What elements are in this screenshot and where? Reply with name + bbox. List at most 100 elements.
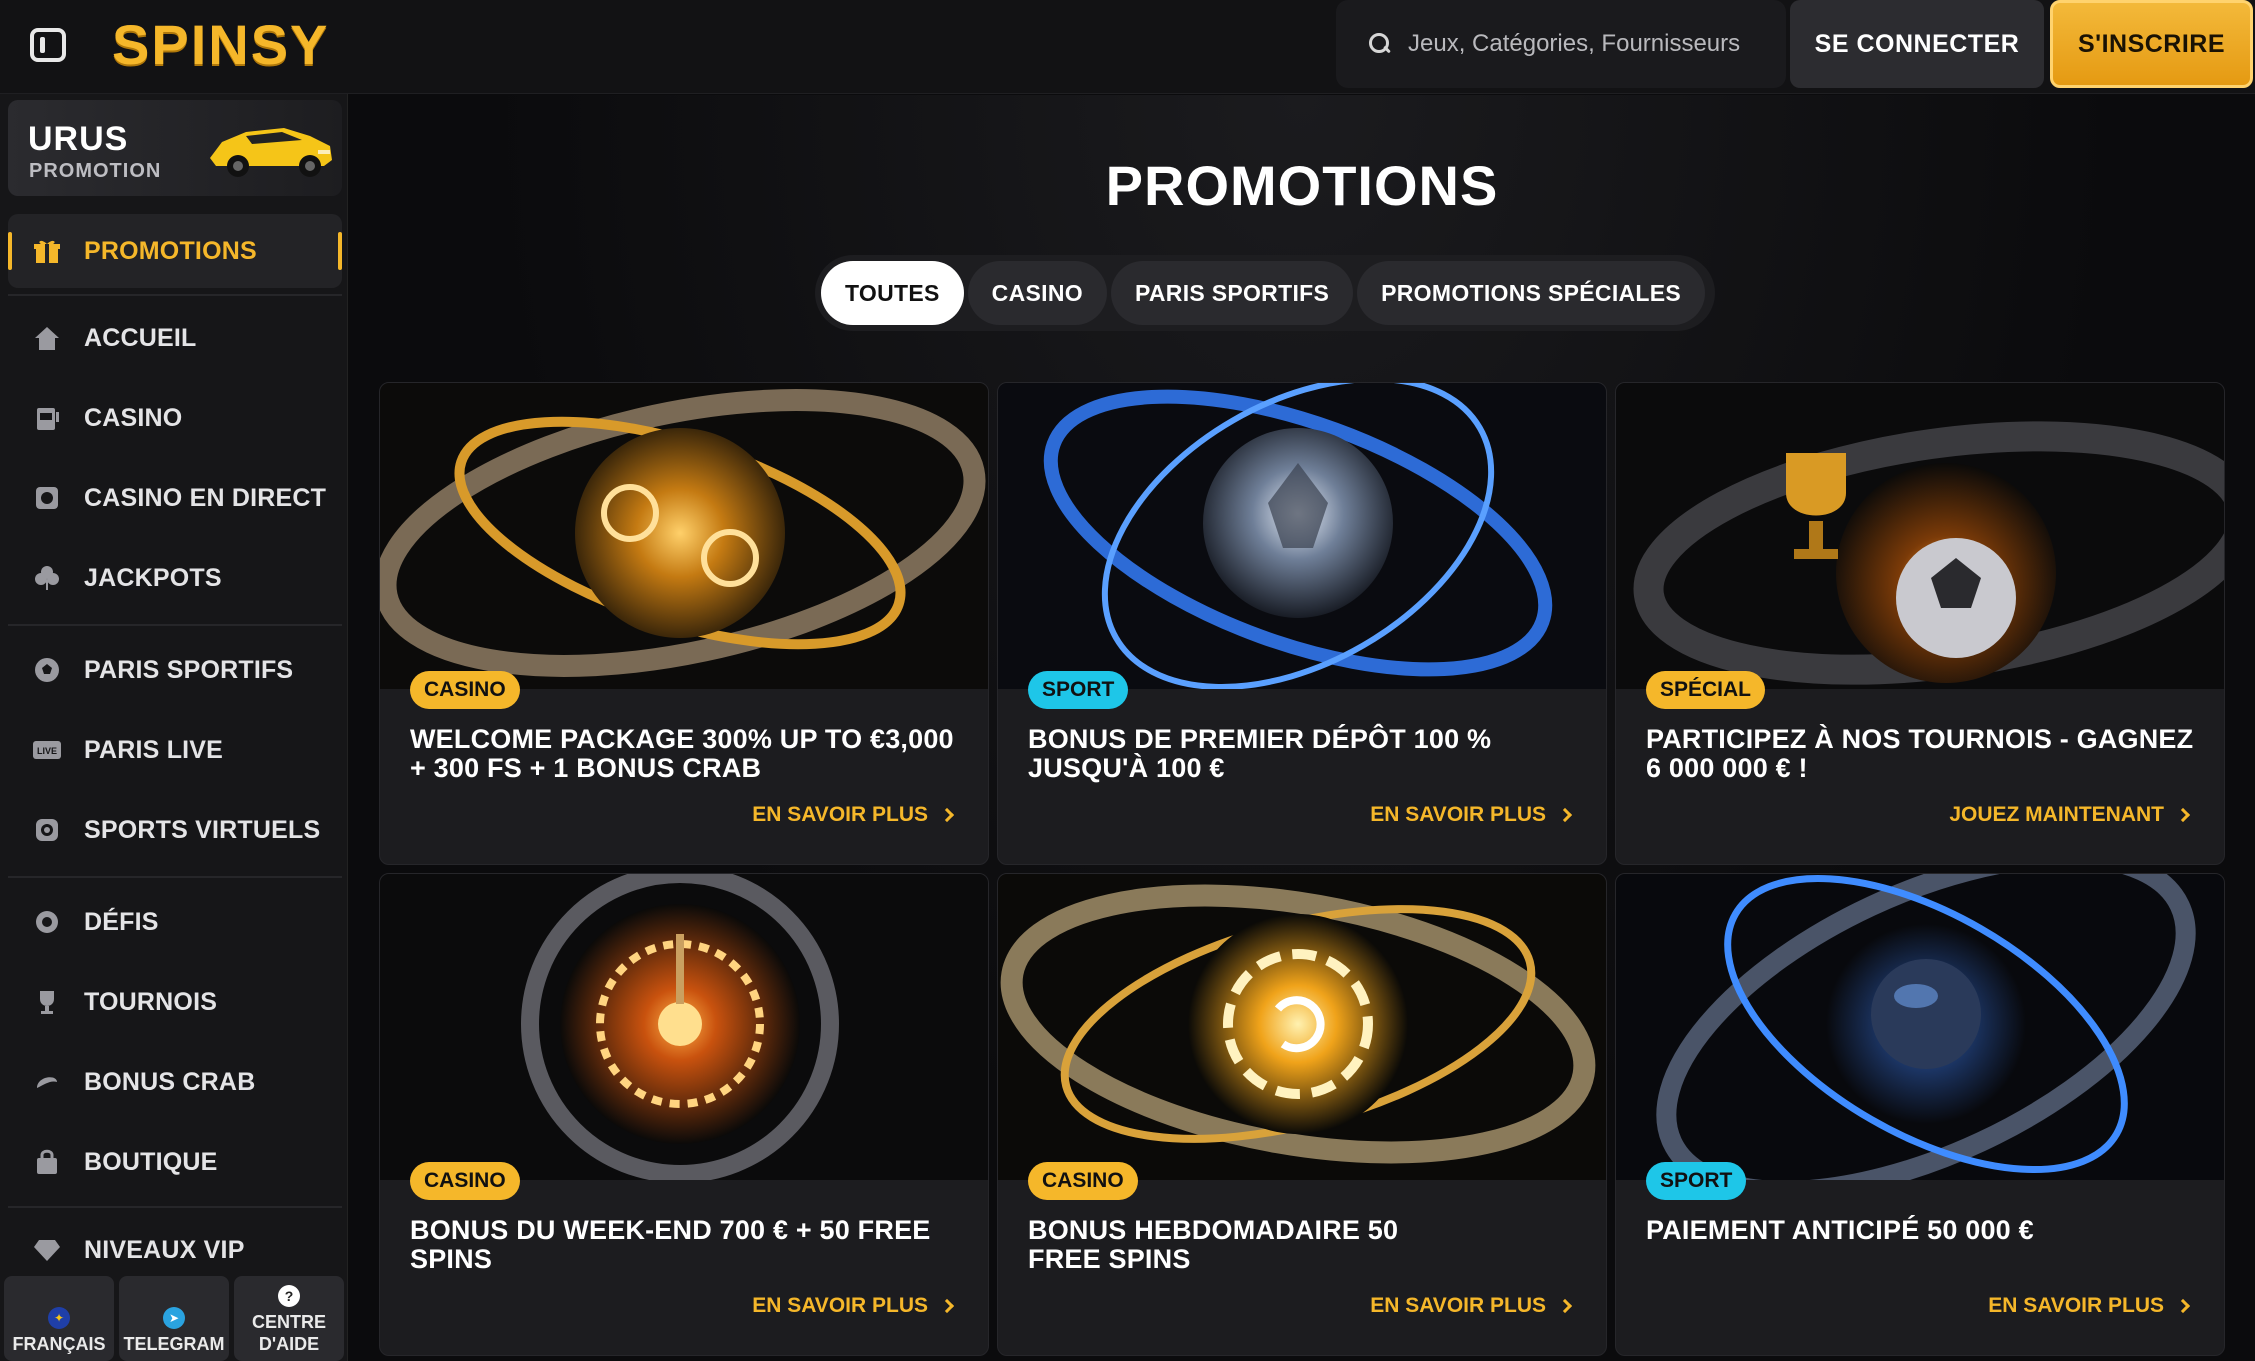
help-center-label: CENTRE D'AIDE xyxy=(251,1312,326,1354)
car-image xyxy=(210,128,332,177)
promo-card[interactable]: CASINO BONUS DU WEEK-END 700 € + 50 FREE… xyxy=(379,873,989,1356)
sidebar-item-paris-live[interactable]: LIVE PARIS LIVE xyxy=(8,718,342,782)
sidebar-item-boutique[interactable]: BOUTIQUE xyxy=(8,1130,342,1194)
sidebar-item-label: PARIS SPORTIFS xyxy=(84,655,294,684)
signup-button[interactable]: S'INSCRIRE xyxy=(2050,0,2253,88)
language-label: FRANÇAIS xyxy=(12,1334,106,1354)
category-badge: SPORT xyxy=(1028,671,1129,709)
live-icon: LIVE xyxy=(32,735,62,765)
category-badge: SPÉCIAL xyxy=(1646,671,1766,709)
crab-icon xyxy=(32,1067,62,1097)
tab-paris-sportifs[interactable]: PARIS SPORTIFS xyxy=(1110,261,1354,325)
sidebar-item-niveaux-vip[interactable]: NIVEAUX VIP xyxy=(8,1218,342,1282)
sidebar-item-bonus-crab[interactable]: BONUS CRAB xyxy=(8,1050,342,1114)
sidebar-item-accueil[interactable]: ACCUEIL xyxy=(8,306,342,370)
sidebar-item-casino-en-direct[interactable]: CASINO EN DIRECT xyxy=(8,466,342,530)
top-bar: SPINSY SE CONNECTER S'INSCRIRE xyxy=(0,0,2255,94)
svg-text:LIVE: LIVE xyxy=(37,746,57,756)
sidebar-item-promotions[interactable]: PROMOTIONS xyxy=(8,214,342,288)
gift-icon xyxy=(32,236,62,266)
promo-banner-title: URUS xyxy=(28,120,129,158)
urus-promo-banner[interactable]: URUS PROMOTION xyxy=(8,100,342,196)
tab-promotions-speciales[interactable]: PROMOTIONS SPÉCIALES xyxy=(1357,261,1706,325)
tab-casino[interactable]: CASINO xyxy=(967,261,1107,325)
divider xyxy=(8,1206,342,1208)
sidebar-item-sports-virtuels[interactable]: SPORTS VIRTUELS xyxy=(8,798,342,862)
sidebar-item-paris-sportifs[interactable]: PARIS SPORTIFS xyxy=(8,638,342,702)
promo-card-image xyxy=(380,874,988,1180)
learn-more-link[interactable]: EN SAVOIR PLUS xyxy=(1370,1294,1573,1318)
category-badge: CASINO xyxy=(410,671,520,709)
sidebar-item-label: CASINO xyxy=(84,403,183,432)
learn-more-link[interactable]: EN SAVOIR PLUS xyxy=(1988,1294,2191,1318)
play-now-link[interactable]: JOUEZ MAINTENANT xyxy=(1949,803,2191,827)
divider xyxy=(8,624,342,626)
page-title: PROMOTIONS xyxy=(1105,154,1499,217)
category-badge: SPORT xyxy=(1646,1162,1747,1200)
chevron-right-icon xyxy=(2175,807,2191,823)
promo-card[interactable]: CASINO WELCOME PACKAGE 300% UP TO €3,000… xyxy=(379,382,989,865)
sidebar-item-defis[interactable]: DÉFIS xyxy=(8,890,342,954)
diamond-icon xyxy=(32,1235,62,1265)
promo-card-image xyxy=(1616,383,2224,689)
cta-label: JOUEZ MAINTENANT xyxy=(1949,803,2164,826)
sidebar-item-casino[interactable]: CASINO xyxy=(8,386,342,450)
telegram-label: TELEGRAM xyxy=(123,1334,225,1354)
sidebar-item-label: SPORTS VIRTUELS xyxy=(84,815,321,844)
learn-more-link[interactable]: EN SAVOIR PLUS xyxy=(752,1294,955,1318)
search-input[interactable] xyxy=(1408,30,1768,58)
search-icon xyxy=(1368,32,1392,56)
promo-card[interactable]: SPORT BONUS DE PREMIER DÉPÔT 100 % JUSQU… xyxy=(997,382,1607,865)
promo-card-image xyxy=(1616,874,2224,1180)
help-center-button[interactable]: ? CENTRE D'AIDE xyxy=(234,1276,344,1361)
cta-label: EN SAVOIR PLUS xyxy=(1370,803,1546,826)
promo-title: BONUS HEBDOMADAIRE 50 FREE SPINS xyxy=(1028,1215,1399,1274)
logo[interactable]: SPINSY xyxy=(112,12,329,77)
promo-card[interactable]: SPORT PAIEMENT ANTICIPÉ 50 000 € EN SAVO… xyxy=(1615,873,2225,1356)
promo-title: BONUS DE PREMIER DÉPÔT 100 % JUSQU'À 100… xyxy=(1028,724,1492,783)
promo-card[interactable]: SPÉCIAL PARTICIPEZ À NOS TOURNOIS - GAGN… xyxy=(1615,382,2225,865)
login-button[interactable]: SE CONNECTER xyxy=(1790,0,2044,88)
promo-title: WELCOME PACKAGE 300% UP TO €3,000 + 300 … xyxy=(410,724,954,783)
promo-title: PARTICIPEZ À NOS TOURNOIS - GAGNEZ 6 000… xyxy=(1646,724,2194,783)
slot-machine-icon xyxy=(32,403,62,433)
divider xyxy=(8,876,342,878)
sidebar-item-label: BOUTIQUE xyxy=(84,1147,218,1176)
learn-more-link[interactable]: EN SAVOIR PLUS xyxy=(752,803,955,827)
sidebar: URUS PROMOTION PROMOTIONS ACCUEIL CASINO… xyxy=(0,94,348,1361)
sidebar-item-label: CASINO EN DIRECT xyxy=(84,483,327,512)
sidebar-item-label: BONUS CRAB xyxy=(84,1067,256,1096)
clover-icon xyxy=(32,563,62,593)
virtual-sports-icon xyxy=(32,815,62,845)
sidebar-item-label: PROMOTIONS xyxy=(84,236,257,265)
search-box[interactable] xyxy=(1336,0,1786,88)
telegram-button[interactable]: ➤ TELEGRAM xyxy=(119,1276,229,1361)
sidebar-item-label: JACKPOTS xyxy=(84,563,222,592)
promo-filter-tabs: TOUTES CASINO PARIS SPORTIFS PROMOTIONS … xyxy=(815,255,1716,331)
cta-label: EN SAVOIR PLUS xyxy=(1988,1294,2164,1317)
cta-label: EN SAVOIR PLUS xyxy=(752,1294,928,1317)
tab-toutes[interactable]: TOUTES xyxy=(821,261,964,325)
chevron-right-icon xyxy=(939,807,955,823)
telegram-icon: ➤ xyxy=(163,1307,185,1329)
football-icon xyxy=(32,655,62,685)
chevron-right-icon xyxy=(1557,807,1573,823)
promo-card[interactable]: CASINO BONUS HEBDOMADAIRE 50 FREE SPINS … xyxy=(997,873,1607,1356)
promo-card-image xyxy=(998,874,1606,1180)
sidebar-toggle-icon[interactable] xyxy=(30,28,66,62)
chevron-right-icon xyxy=(2175,1298,2191,1314)
promo-title: BONUS DU WEEK-END 700 € + 50 FREE SPINS xyxy=(410,1215,931,1274)
sidebar-item-tournois[interactable]: TOURNOIS xyxy=(8,970,342,1034)
eu-flag-icon: ✦ xyxy=(48,1307,70,1329)
category-badge: CASINO xyxy=(1028,1162,1138,1200)
learn-more-link[interactable]: EN SAVOIR PLUS xyxy=(1370,803,1573,827)
home-icon xyxy=(32,323,62,353)
chevron-right-icon xyxy=(1557,1298,1573,1314)
promo-card-image xyxy=(998,383,1606,689)
sidebar-item-jackpots[interactable]: JACKPOTS xyxy=(8,546,342,610)
cta-label: EN SAVOIR PLUS xyxy=(752,803,928,826)
promo-banner-subtitle: PROMOTION xyxy=(29,160,162,182)
chevron-right-icon xyxy=(939,1298,955,1314)
language-button[interactable]: ✦ FRANÇAIS xyxy=(4,1276,114,1361)
trophy-icon xyxy=(32,987,62,1017)
